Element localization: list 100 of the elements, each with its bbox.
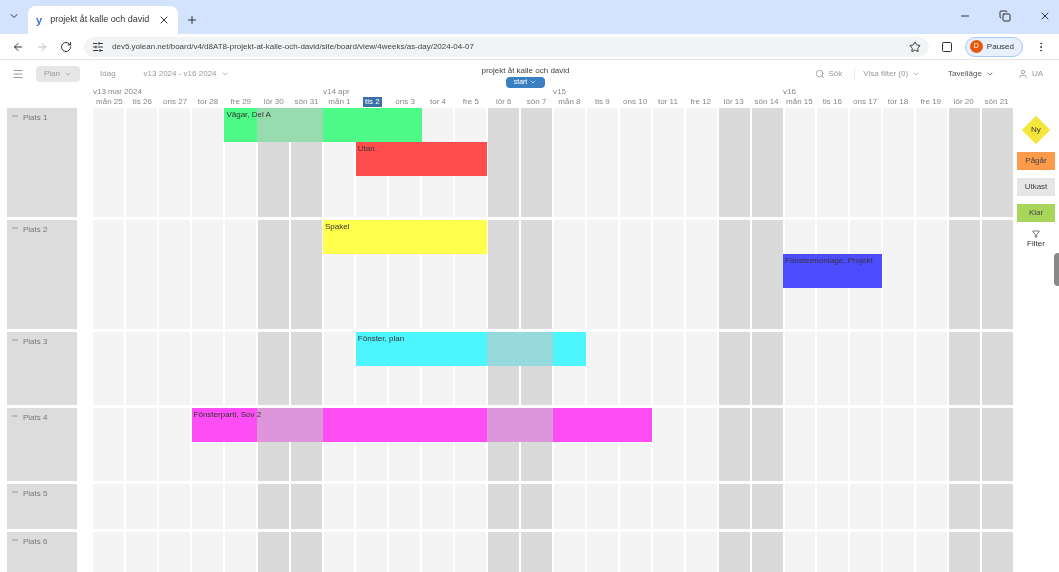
day-cell <box>916 484 948 529</box>
row-header[interactable]: Plats 6 <box>7 532 77 572</box>
day-label[interactable]: ons 10 <box>621 97 650 107</box>
event-bar[interactable]: Fönstermontage, Projekt <box>783 254 882 288</box>
mode-button[interactable]: Tavelläge <box>940 68 1002 80</box>
tab-title: projekt åt kalle och david <box>50 13 150 27</box>
day-cell <box>751 484 783 529</box>
row-header[interactable]: Plats 2 <box>7 220 77 329</box>
day-cell <box>718 484 750 529</box>
search-button[interactable]: Sök <box>814 68 843 80</box>
day-label[interactable]: sön 14 <box>752 97 781 107</box>
day-label[interactable]: sön 7 <box>524 97 549 107</box>
restore-icon[interactable] <box>999 10 1011 22</box>
filter-button[interactable]: Visa filter (0) <box>854 68 929 80</box>
day-label[interactable]: ons 27 <box>161 97 190 107</box>
user-icon <box>1017 69 1028 79</box>
event-title: Fönster, plan <box>357 333 405 345</box>
day-cell <box>455 484 487 529</box>
day-label[interactable]: ons 17 <box>851 97 880 107</box>
day-label[interactable]: lör 13 <box>721 97 746 107</box>
row-header[interactable]: Plats 4 <box>7 408 77 481</box>
close-icon[interactable] <box>158 14 170 26</box>
day-label[interactable]: ons 3 <box>393 97 417 107</box>
day-label[interactable]: mån 15 <box>784 97 815 107</box>
row-header[interactable]: Plats 5 <box>7 484 77 529</box>
day-label[interactable]: fre 19 <box>918 97 944 107</box>
date-range-button[interactable]: v13 2024 - v16 2024 <box>135 68 237 80</box>
row-header[interactable]: Plats 1 <box>7 108 77 217</box>
day-cell <box>982 532 1013 572</box>
event-bar[interactable]: Fönster, plan <box>355 332 586 366</box>
day-label[interactable]: lör 20 <box>951 97 976 107</box>
day-label[interactable]: sön 21 <box>982 97 1011 107</box>
day-cell <box>949 532 981 572</box>
side-panel-icon[interactable] <box>940 40 953 53</box>
day-cell <box>488 532 520 572</box>
weekend-shade <box>290 408 323 442</box>
event-title: Spakel <box>325 221 350 233</box>
day-label[interactable]: tis 26 <box>130 97 154 107</box>
day-label[interactable]: fre 12 <box>688 97 714 107</box>
day-label[interactable]: tis 2 <box>362 97 382 107</box>
weekend-shade <box>487 332 521 366</box>
event-bar[interactable]: Vägar, Del A <box>224 108 422 142</box>
week-label: v16 <box>783 87 796 96</box>
row-label: Plats 5 <box>23 488 48 500</box>
new-tab-icon[interactable] <box>186 14 198 26</box>
event-bar[interactable]: Fönsterparti, Sov 2 <box>191 408 652 442</box>
caret-icon <box>529 78 538 86</box>
day-label[interactable]: tis 9 <box>592 97 612 107</box>
caret-icon <box>64 70 72 78</box>
reload-icon[interactable] <box>60 40 72 53</box>
day-cell <box>521 532 552 572</box>
day-cell <box>290 532 322 572</box>
filter-icon[interactable] <box>1032 230 1040 238</box>
legend-label: Utkast <box>1024 181 1048 193</box>
address-field[interactable]: dev5.yolean.net/board/v4/d8AT8-projekt-at-kalle-och-david/site/board/view/4weeks/as-day/2024-04-07 <box>84 36 929 57</box>
event-title: Utan <box>357 143 375 155</box>
day-cell <box>290 484 322 529</box>
row-label: Plats 1 <box>23 112 48 124</box>
day-label[interactable]: mån 25 <box>94 97 125 107</box>
day-cell <box>323 484 355 529</box>
week-label: v14 apr <box>323 87 350 96</box>
row-label: Plats 6 <box>23 536 48 548</box>
event-bar[interactable]: Spakel <box>323 220 488 254</box>
day-label[interactable]: tor 11 <box>656 97 680 107</box>
today-button[interactable]: Idag <box>92 68 124 80</box>
legend-square[interactable]: Utkast <box>1017 178 1055 196</box>
back-icon[interactable] <box>12 40 24 53</box>
day-label[interactable]: tis 16 <box>820 97 844 107</box>
day-label[interactable]: lör 30 <box>261 97 286 107</box>
close-window-icon[interactable] <box>1039 10 1051 22</box>
legend-label: Pågår <box>1025 155 1047 167</box>
side-panel-handle[interactable] <box>1054 253 1059 286</box>
day-label[interactable]: tor 4 <box>428 97 448 107</box>
day-label[interactable]: lör 6 <box>493 97 514 107</box>
day-label[interactable]: fre 29 <box>228 97 254 107</box>
site-logo-icon: y <box>36 11 43 29</box>
user-button[interactable]: UA <box>1013 68 1047 80</box>
day-label[interactable]: mån 1 <box>326 97 353 107</box>
row-label: Plats 3 <box>23 336 48 348</box>
event-title: Fönstermontage, Projekt <box>785 255 873 267</box>
event-bar[interactable]: Utan <box>355 142 488 176</box>
legend-square[interactable]: Klar <box>1017 204 1055 222</box>
day-cell <box>784 484 816 529</box>
event-title: Fönsterparti, Sov 2 <box>193 409 262 421</box>
event-title: Vägar, Del A <box>226 109 271 121</box>
day-label[interactable]: sön 31 <box>292 97 321 107</box>
site-settings-icon[interactable] <box>92 40 104 53</box>
browser-tab[interactable]: y projekt åt kalle och david <box>28 6 178 34</box>
caret-icon <box>220 70 229 78</box>
day-label[interactable]: fre 5 <box>460 97 481 107</box>
row-header[interactable]: Plats 3 <box>7 332 77 405</box>
day-label[interactable]: tor 18 <box>885 97 911 107</box>
view-button[interactable]: Plan <box>36 66 80 82</box>
weekend-shade <box>487 408 521 442</box>
day-cell <box>257 532 289 572</box>
legend-square[interactable]: Pågår <box>1017 152 1055 170</box>
bookmark-star-icon[interactable] <box>908 40 921 53</box>
day-label[interactable]: mån 8 <box>556 97 583 107</box>
day-label[interactable]: tor 28 <box>195 97 221 107</box>
day-cell <box>718 532 750 572</box>
